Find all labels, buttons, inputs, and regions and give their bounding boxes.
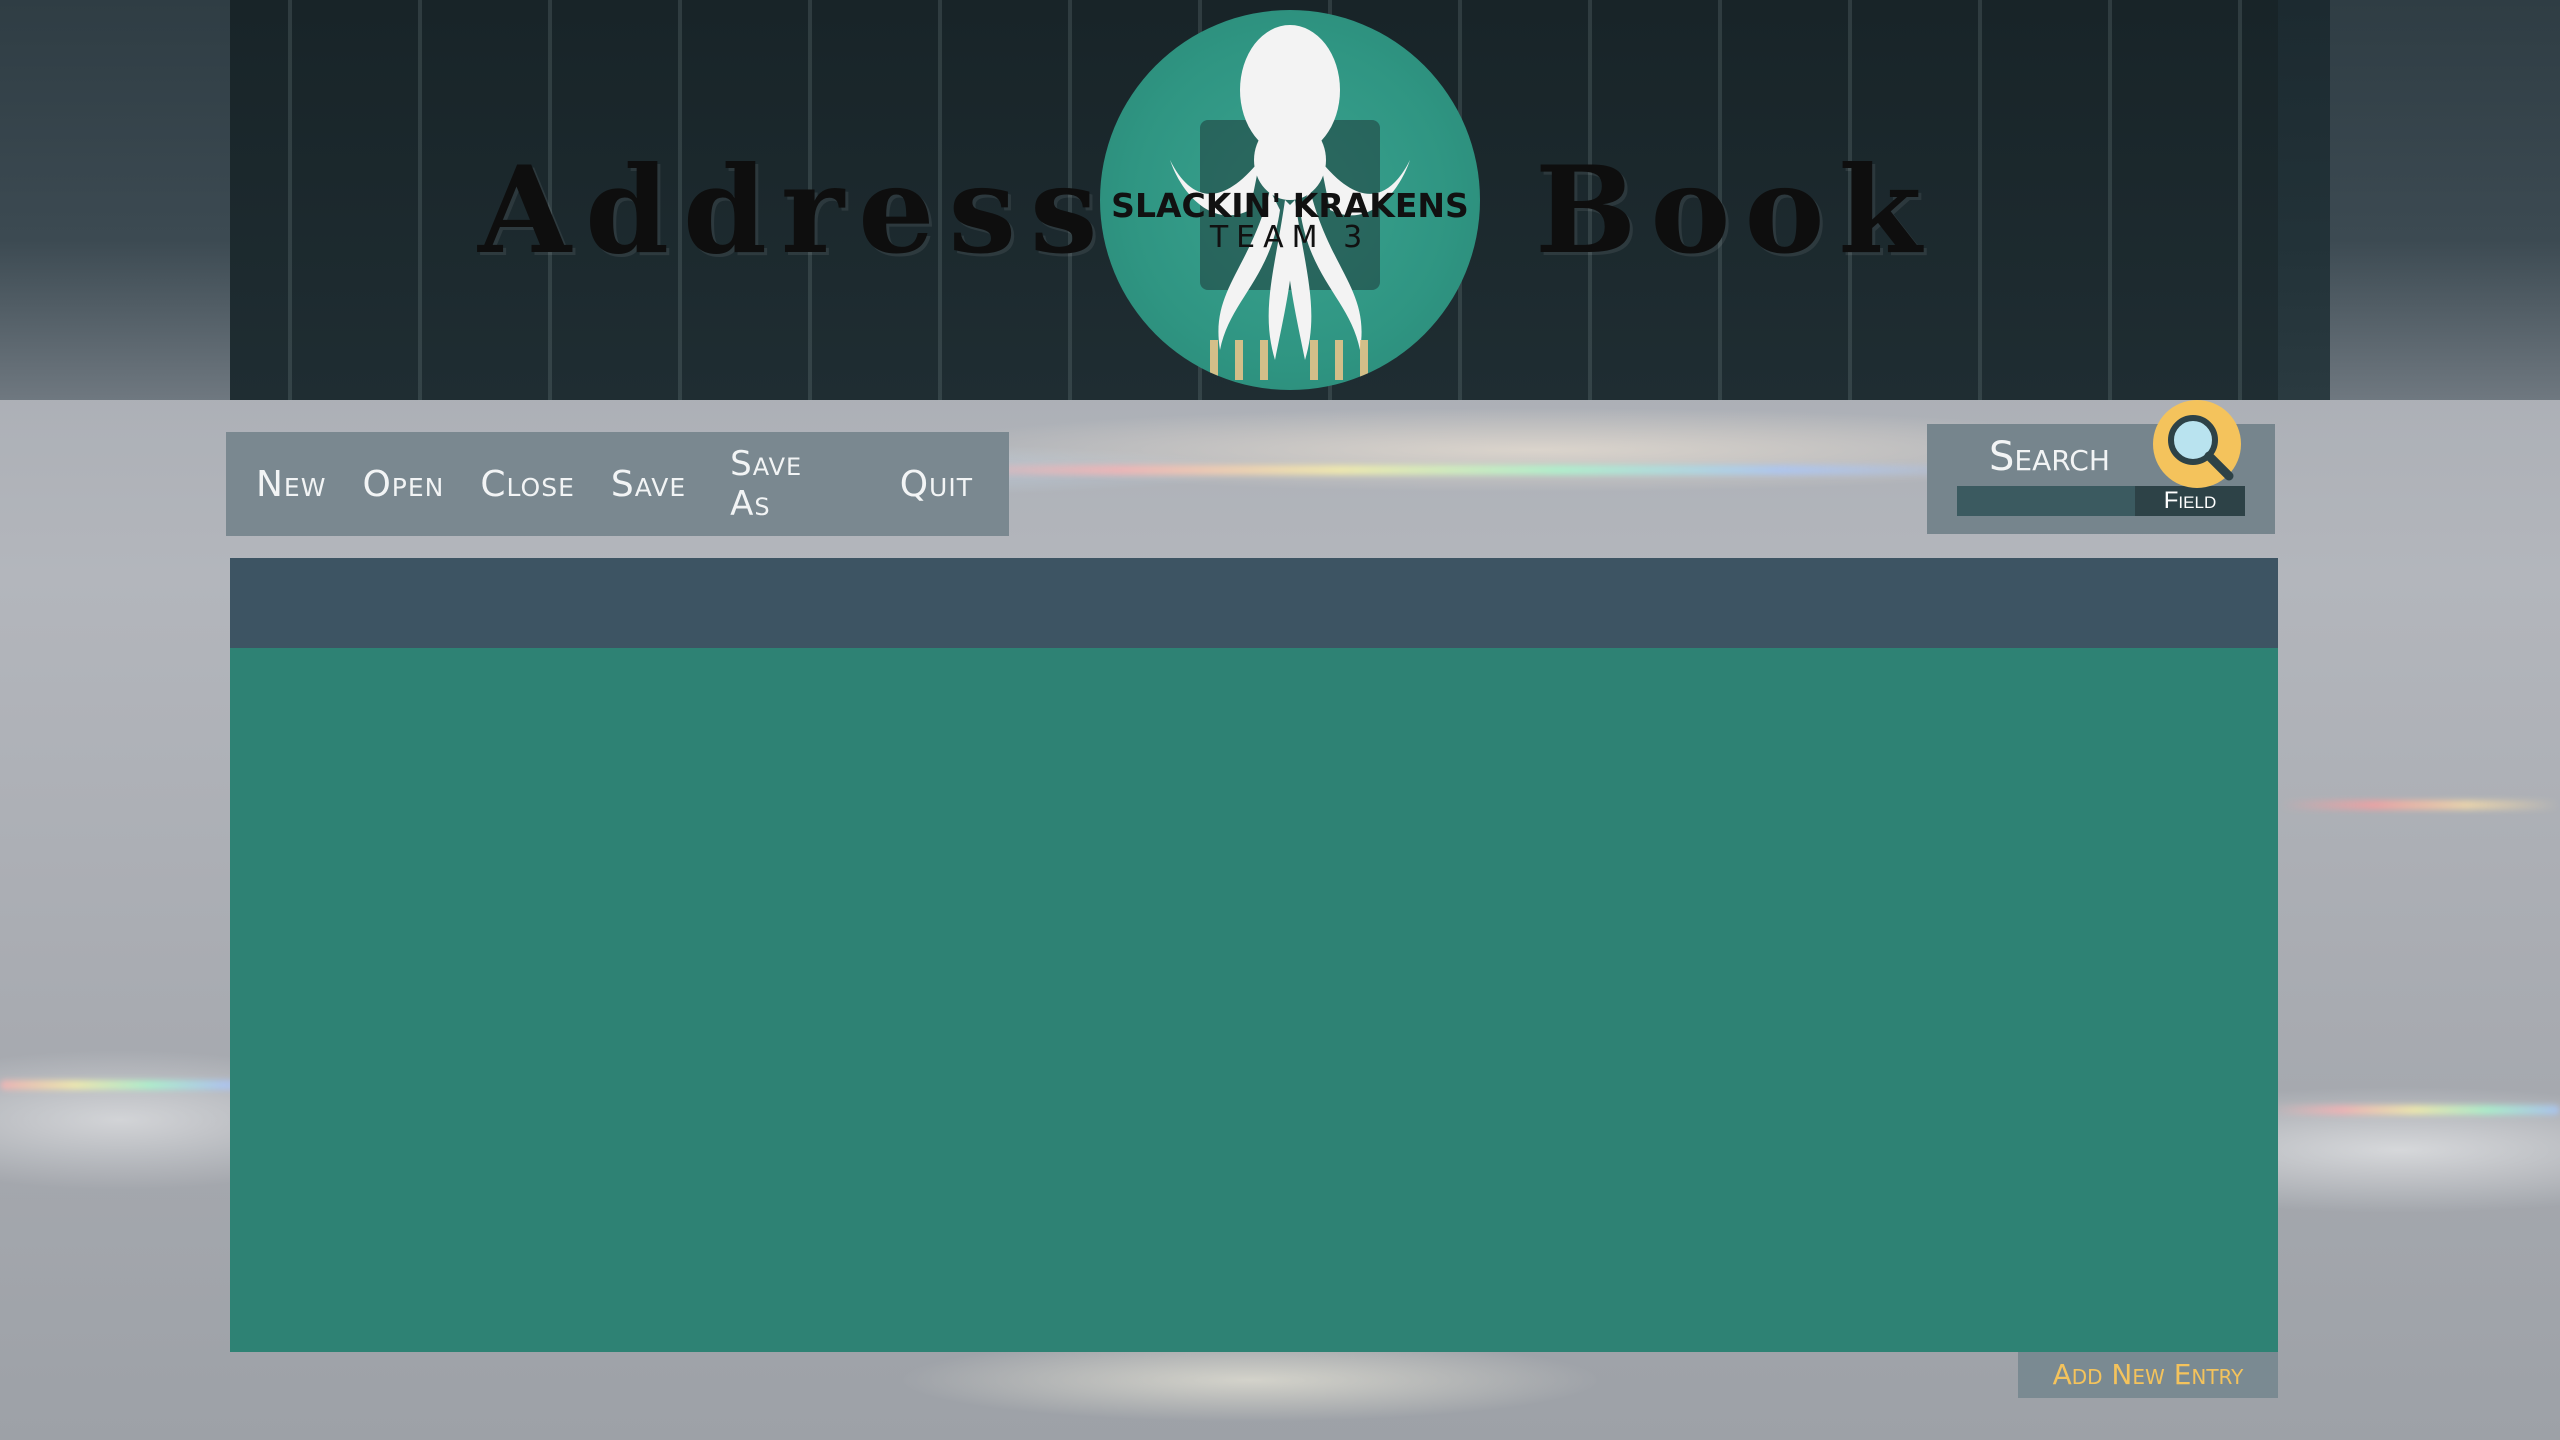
header-side-right xyxy=(2330,0,2560,400)
title-address: Address xyxy=(478,140,1112,281)
search-panel: Search Field xyxy=(1927,400,2275,534)
logo-line2: TEAM 3 xyxy=(1209,220,1371,255)
menu-save-as-button[interactable]: Save As xyxy=(730,444,854,524)
team-logo: SLACKIN' KRAKENS TEAM 3 xyxy=(1100,10,1480,390)
table-header xyxy=(230,558,2278,648)
search-input[interactable] xyxy=(1957,486,2137,516)
add-entry-button[interactable]: Add New Entry xyxy=(2018,1352,2278,1398)
menu-close-button[interactable]: Close xyxy=(480,464,575,505)
search-icon[interactable] xyxy=(2149,398,2245,494)
menu-new-button[interactable]: New xyxy=(256,464,326,505)
background-streak xyxy=(900,465,2000,475)
entries-table[interactable] xyxy=(230,648,2278,1352)
menu-open-button[interactable]: Open xyxy=(362,464,444,505)
background-streak xyxy=(2280,800,2560,810)
title-book: Book xyxy=(1535,140,1936,281)
background-streak xyxy=(2270,1105,2560,1115)
header-banner: Address Book SLACKIN' KRAKENS TEAM 3 xyxy=(0,0,2560,400)
search-label: Search xyxy=(1989,434,2110,480)
menu-save-button[interactable]: Save xyxy=(611,464,686,505)
header-side-left xyxy=(0,0,230,400)
menu-bar: New Open Close Save Save As Quit xyxy=(226,432,1009,536)
menu-quit-button[interactable]: Quit xyxy=(900,464,973,505)
